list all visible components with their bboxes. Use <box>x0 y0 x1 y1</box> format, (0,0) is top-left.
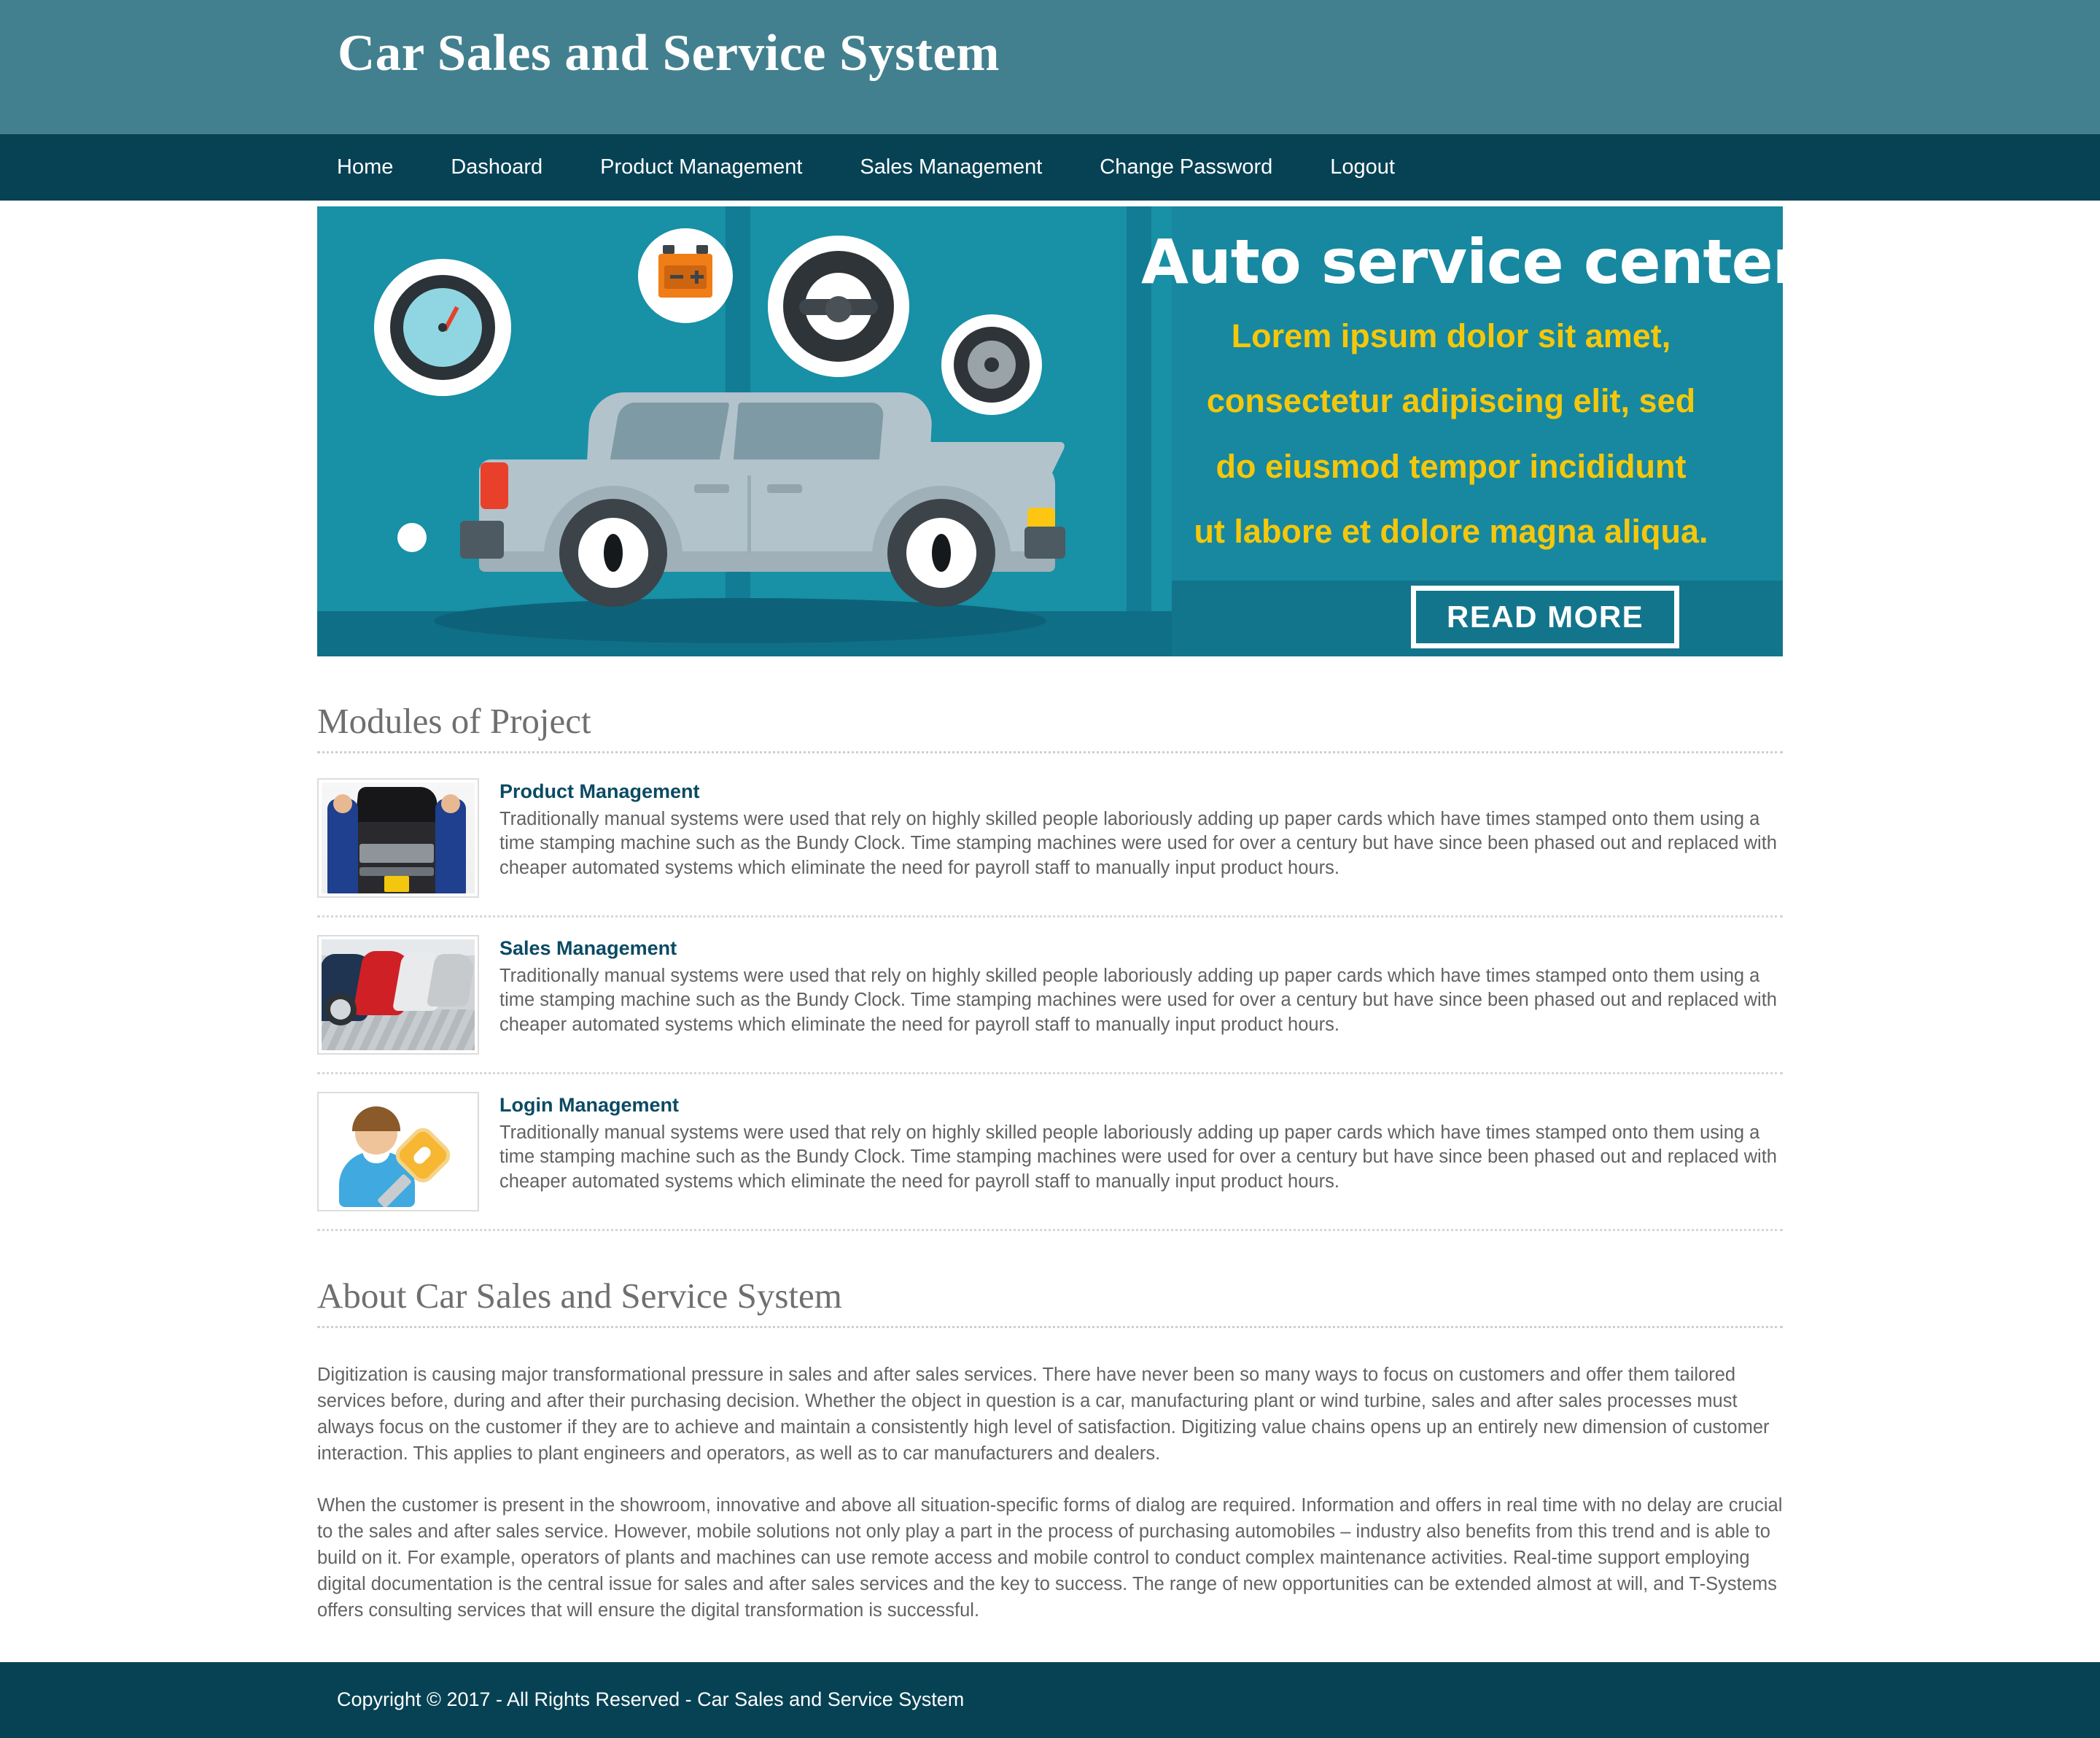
connector-node-left <box>397 523 427 552</box>
nav-item-home[interactable]: Home <box>337 157 393 178</box>
modules-list: Product Management Traditionally manual … <box>317 761 1783 1231</box>
thumb-mechanic-right-head <box>441 794 460 813</box>
modules-section-divider <box>317 750 1783 753</box>
car-front-bumper <box>1024 527 1065 559</box>
module-description: Traditionally manual systems were used t… <box>499 1122 1777 1192</box>
car-illustration <box>460 382 1068 607</box>
car-door-handle-rear <box>694 484 729 493</box>
thumb-car-wheel-rim <box>330 998 351 1020</box>
steering-wheel-icon <box>768 236 909 377</box>
steering-wheel-outer <box>783 251 894 362</box>
gauge-ring <box>390 275 495 380</box>
site-footer: Copyright © 2017 - All Rights Reserved -… <box>0 1661 2100 1738</box>
about-paragraph-2: When the customer is present in the show… <box>317 1494 1783 1621</box>
module-thumbnail <box>317 777 479 898</box>
site-header: Car Sales and Service System <box>0 0 2100 134</box>
car-wheel-front <box>887 499 995 607</box>
main-navigation: Home Dashoard Product Management Sales M… <box>0 134 2100 201</box>
battery-plus-sign-vertical <box>695 271 699 284</box>
read-more-button[interactable]: READ MORE <box>1411 586 1680 649</box>
module-item: Login Management Traditionally manual sy… <box>317 1074 1783 1231</box>
about-paragraph-1: Digitization is causing major transforma… <box>317 1364 1770 1465</box>
car-door-seam <box>747 476 751 553</box>
banner-copy: Auto service center Lorem ipsum dolor si… <box>1141 226 1783 554</box>
banner-subtext-line-1: Lorem ipsum dolor sit amet, <box>1231 317 1671 354</box>
user-hair <box>352 1106 400 1131</box>
nav-item-product-management[interactable]: Product Management <box>600 157 802 178</box>
thumb-car-grille <box>359 866 434 876</box>
car-wheel-hub-rear <box>604 534 623 572</box>
nav-item-sales-management[interactable]: Sales Management <box>860 157 1042 178</box>
car-wheel-rear <box>559 499 667 607</box>
module-text: Sales Management Traditionally manual sy… <box>499 935 1783 1055</box>
car-lot-photo-icon <box>322 939 475 1050</box>
nav-item-logout[interactable]: Logout <box>1330 157 1395 178</box>
module-title[interactable]: Login Management <box>499 1093 1783 1117</box>
car-rear-bumper <box>460 521 504 559</box>
thumb-car-wheel <box>324 993 357 1025</box>
car-wheel-hub-front <box>932 534 951 572</box>
battery-body <box>658 245 712 298</box>
page-content: Auto service center Lorem ipsum dolor si… <box>0 201 2100 1662</box>
car-door-handle-front <box>767 484 802 493</box>
about-content: Digitization is causing major transforma… <box>317 1362 1783 1624</box>
battery-minus-sign <box>670 275 683 279</box>
nav-item-change-password[interactable]: Change Password <box>1100 157 1272 178</box>
hero-banner: Auto service center Lorem ipsum dolor si… <box>317 206 1783 656</box>
module-item: Product Management Traditionally manual … <box>317 761 1783 918</box>
module-thumbnail <box>317 1091 479 1211</box>
speedometer-icon <box>374 259 511 396</box>
module-title[interactable]: Product Management <box>499 780 1783 803</box>
banner-subtext-line-2: consectetur adipiscing elit, sed <box>1206 382 1696 420</box>
car-rear-window <box>609 403 730 465</box>
page-title: Car Sales and Service System <box>338 25 1000 82</box>
car-tail-light <box>481 462 508 509</box>
module-text: Product Management Traditionally manual … <box>499 778 1783 898</box>
battery-terminal-positive <box>696 245 708 254</box>
modules-section-title: Modules of Project <box>317 701 591 741</box>
gauge-center-dot <box>438 323 447 332</box>
car-front-window <box>733 403 884 465</box>
module-title[interactable]: Sales Management <box>499 936 1783 960</box>
copyright-text: Copyright © 2017 - All Rights Reserved -… <box>337 1688 965 1711</box>
banner-subtext-line-3: do eiusmod tempor incididunt <box>1216 447 1687 485</box>
battery-terminal-negative <box>663 245 674 254</box>
nav-item-dashboard[interactable]: Dashoard <box>451 157 542 178</box>
thumb-car-engine <box>359 843 434 863</box>
content-container: Auto service center Lorem ipsum dolor si… <box>317 201 1783 1624</box>
user-key-icon <box>322 1095 475 1207</box>
about-section-divider <box>317 1325 1783 1328</box>
gauge-face <box>403 288 482 367</box>
thumb-car-silver <box>426 953 475 1006</box>
battery-icon <box>638 228 733 323</box>
mechanics-photo-icon <box>322 782 475 893</box>
module-item: Sales Management Traditionally manual sy… <box>317 918 1783 1074</box>
module-description: Traditionally manual systems were used t… <box>499 966 1777 1035</box>
module-text: Login Management Traditionally manual sy… <box>499 1092 1783 1211</box>
tire-hub <box>984 357 999 372</box>
thumb-car-plate <box>384 875 409 892</box>
module-thumbnail <box>317 934 479 1055</box>
thumb-mechanic-left-head <box>333 794 352 813</box>
module-description: Traditionally manual systems were used t… <box>499 809 1777 878</box>
banner-heading: Auto service center <box>1141 226 1783 298</box>
banner-subtext-line-4: ut labore et dolore magna aliqua. <box>1194 513 1708 551</box>
steering-wheel-hub <box>825 296 852 322</box>
about-section-title: About Car Sales and Service System <box>317 1275 842 1316</box>
